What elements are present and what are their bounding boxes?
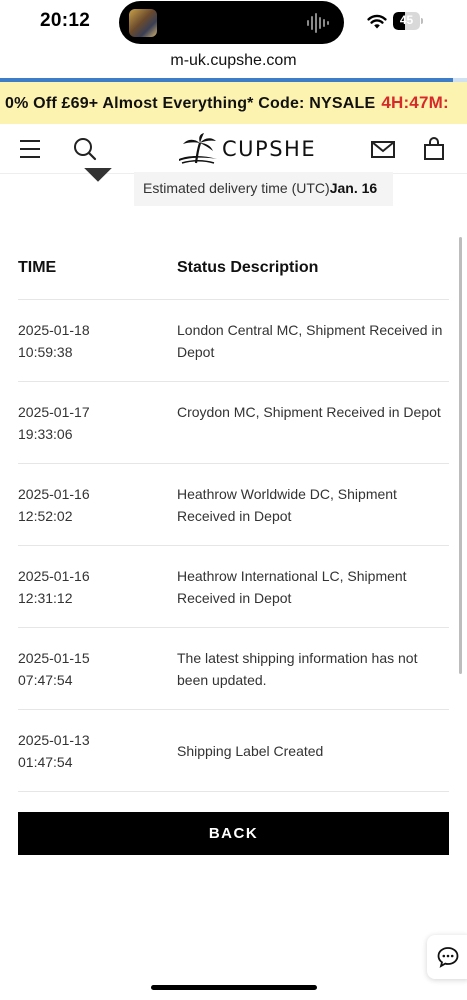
row-date: 2025-01-17 [18,404,90,420]
row-time: 2025-01-18 10:59:38 [18,319,158,363]
back-button[interactable]: BACK [18,812,449,855]
table-row: 2025-01-16 12:52:02 Heathrow Worldwide D… [18,464,449,546]
dynamic-island[interactable] [119,1,344,44]
estimated-delivery: Estimated delivery time (UTC)Jan. 16 [134,172,393,206]
row-time: 2025-01-15 07:47:54 [18,647,158,691]
row-clock: 12:31:12 [18,590,73,606]
hamburger-menu-icon[interactable] [18,136,44,162]
table-row: 2025-01-18 10:59:38 London Central MC, S… [18,300,449,382]
row-status: Shipping Label Created [177,743,324,759]
promo-banner[interactable]: 0% Off £69+ Almost Everything* Code: NYS… [0,82,467,124]
table-header: TIME Status Description [18,238,449,300]
search-icon[interactable] [72,136,98,162]
column-header-time: TIME [18,259,57,276]
tracking-table: TIME Status Description 2025-01-18 10:59… [18,238,449,792]
row-status: Heathrow Worldwide DC, Shipment Received… [177,486,397,524]
row-date: 2025-01-15 [18,650,90,666]
scrollbar[interactable] [459,237,462,674]
row-clock: 10:59:38 [18,344,73,360]
home-indicator[interactable] [151,985,317,990]
row-time: 2025-01-17 19:33:06 [18,401,158,445]
row-status: The latest shipping information has not … [177,650,418,688]
delivery-label: Estimated delivery time (UTC) [143,180,330,196]
row-date: 2025-01-13 [18,732,90,748]
table-row: 2025-01-17 19:33:06 Croydon MC, Shipment… [18,382,449,464]
row-time: 2025-01-13 01:47:54 [18,729,158,773]
row-date: 2025-01-18 [18,322,90,338]
row-status: Croydon MC, Shipment Received in Depot [177,404,441,420]
palm-tree-logo-icon [179,133,217,164]
row-time: 2025-01-16 12:52:02 [18,483,158,527]
row-clock: 12:52:02 [18,508,73,524]
row-time: 2025-01-16 12:31:12 [18,565,158,609]
table-row: 2025-01-16 12:31:12 Heathrow Internation… [18,546,449,628]
row-clock: 07:47:54 [18,672,73,688]
row-clock: 19:33:06 [18,426,73,442]
progress-marker [76,168,120,184]
row-status: London Central MC, Shipment Received in … [177,322,443,360]
column-header-status: Status Description [177,259,319,276]
battery-nub [421,18,423,24]
now-playing-artwork [129,9,157,37]
promo-countdown: 4H:47M: [381,93,449,112]
row-date: 2025-01-16 [18,486,90,502]
chat-bubble-icon [437,947,459,968]
chat-button[interactable] [427,935,467,979]
delivery-date: Jan. 16 [329,180,378,196]
table-row: 2025-01-13 01:47:54 Shipping Label Creat… [18,710,449,792]
site-header: CUPSHE [0,124,467,174]
shopping-bag-icon[interactable] [421,136,447,162]
battery-indicator: 45 [393,12,423,30]
brand-name: CUPSHE [222,137,317,161]
row-clock: 01:47:54 [18,754,73,770]
wifi-icon [367,14,387,29]
battery-percentage: 45 [399,13,414,27]
row-date: 2025-01-16 [18,568,90,584]
status-bar: 20:12 45 [0,0,467,46]
row-status: Heathrow International LC, Shipment Rece… [177,568,407,606]
audio-waveform-icon [307,13,329,33]
url-text: m-uk.cupshe.com [170,52,297,69]
table-row: 2025-01-15 07:47:54 The latest shipping … [18,628,449,710]
brand-logo[interactable]: CUPSHE [178,133,316,165]
status-time: 20:12 [40,10,91,31]
address-bar[interactable]: m-uk.cupshe.com [0,52,467,80]
promo-text: 0% Off £69+ Almost Everything* Code: NYS… [5,95,376,112]
mail-icon[interactable] [370,136,396,162]
